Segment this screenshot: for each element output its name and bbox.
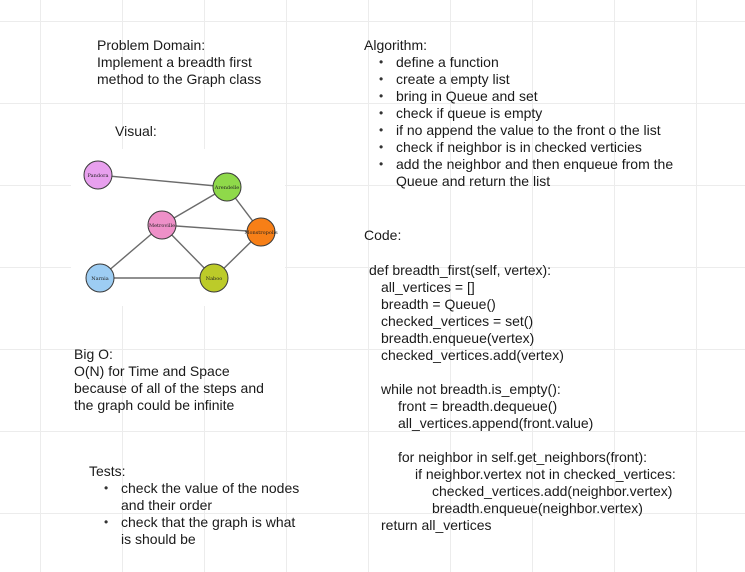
graph-node-label: Arendelle	[214, 185, 240, 191]
code-line: all_vertices = []	[381, 279, 475, 295]
tests-section: Tests: check the value of the nodes and …	[89, 463, 309, 548]
problem-domain-title: Problem Domain:	[97, 37, 206, 53]
problem-domain-line: method to the Graph class	[97, 71, 262, 87]
algorithm-title: Algorithm:	[364, 37, 428, 53]
algorithm-list: define a function create a empty list br…	[364, 54, 696, 190]
algorithm-item: add the neighbor and then enqueue from t…	[364, 156, 696, 190]
algorithm-item: bring in Queue and set	[364, 88, 696, 105]
code-line: for neighbor in self.get_neighbors(front…	[398, 449, 648, 465]
code-block: def breadth_first(self, vertex): all_ver…	[369, 262, 676, 534]
algorithm-item: create a empty list	[364, 71, 696, 88]
code-line: return all_vertices	[381, 517, 492, 533]
code-line: if neighbor.vertex not in checked_vertic…	[415, 466, 676, 482]
code-line: checked_vertices.add(neighbor.vertex)	[432, 483, 673, 499]
graph-node-label: Naboo	[206, 276, 223, 282]
algorithm-item: if no append the value to the front o th…	[364, 122, 696, 139]
graph-edge	[97, 174, 228, 188]
graph-node-label: Monstropolis	[244, 230, 278, 236]
algorithm-item: check if queue is empty	[364, 105, 696, 122]
code-title: Code:	[364, 227, 402, 243]
graph-node: Pandora	[83, 160, 113, 190]
graph-node-label: Metroville	[149, 223, 175, 229]
code-line: breadth.enqueue(vertex)	[381, 330, 535, 346]
code-line: checked_vertices = set()	[381, 313, 534, 329]
graph-node-label: Narnia	[91, 276, 109, 282]
big-o-line: O(N) for Time and Space	[74, 363, 230, 379]
graph-svg: Pandora Arendelle Metroville Monstropolis Na…	[83, 160, 278, 293]
code-line: def breadth_first(self, vertex):	[369, 262, 552, 278]
code-line: checked_vertices.add(vertex)	[381, 347, 564, 363]
graph-diagram: Pandora Arendelle Metroville Monstropolis Na…	[71, 149, 285, 306]
problem-domain-section: Problem Domain: Implement a breadth firs…	[97, 37, 261, 88]
code-line: front = breadth.dequeue()	[398, 398, 558, 414]
big-o-section: Big O: O(N) for Time and Space because o…	[74, 346, 264, 414]
big-o-line: because of all of the steps and	[74, 380, 264, 396]
tests-title: Tests:	[89, 463, 126, 479]
code-line: breadth.enqueue(neighbor.vertex)	[432, 500, 643, 516]
problem-domain-line: Implement a breadth first	[97, 54, 252, 70]
graph-node-label: Pandora	[88, 173, 109, 179]
code-line: all_vertices.append(front.value)	[398, 415, 594, 431]
tests-item: check the value of the nodes and their o…	[89, 480, 309, 514]
visual-title: Visual:	[115, 123, 157, 139]
graph-node: Monstropolis	[244, 217, 278, 247]
algorithm-item: define a function	[364, 54, 696, 71]
graph-node: Metroville	[147, 210, 177, 240]
tests-list: check the value of the nodes and their o…	[89, 480, 309, 548]
algorithm-item: check if neighbor is in checked verticie…	[364, 139, 696, 156]
tests-item: check that the graph is what is should b…	[89, 514, 309, 548]
big-o-line: the graph could be infinite	[74, 397, 235, 413]
graph-node: Naboo	[199, 263, 229, 293]
code-line: while not breadth.is_empty():	[381, 381, 561, 397]
algorithm-section: Algorithm: define a function create a em…	[364, 37, 696, 190]
graph-node: Arendelle	[212, 172, 242, 202]
code-line: breadth = Queue()	[381, 296, 496, 312]
big-o-title: Big O:	[74, 346, 113, 362]
graph-node: Narnia	[85, 263, 115, 293]
